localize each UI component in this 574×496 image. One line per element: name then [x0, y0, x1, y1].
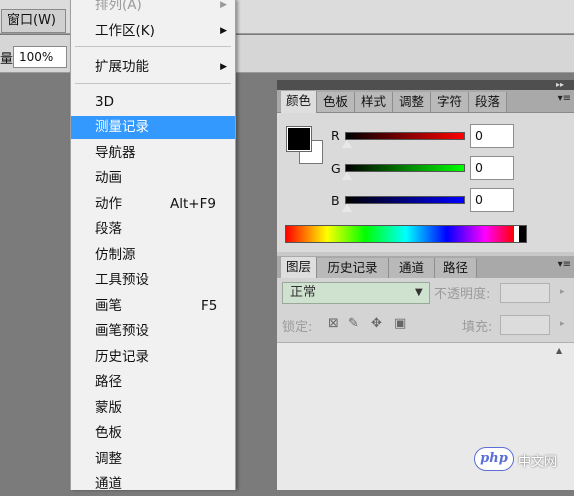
menu-item-clone-source[interactable]: 仿制源	[71, 244, 235, 267]
lock-transparent-pixels-icon[interactable]: ⊠	[328, 316, 339, 331]
green-slider-thumb[interactable]	[342, 172, 352, 180]
color-spectrum-bar[interactable]	[285, 225, 527, 243]
window-menu-dropdown: 排列(A) ▶ 工作区(K) ▶ 扩展功能 ▶ 3D 测量记录 导航器 动画 动…	[70, 0, 236, 492]
menu-separator	[75, 83, 231, 84]
layers-panel-menu-icon[interactable]: ▾≡	[558, 259, 571, 270]
tab-styles[interactable]: 样式	[355, 92, 393, 112]
red-value-input[interactable]: 0	[470, 124, 514, 148]
fill-field[interactable]	[500, 315, 550, 335]
blue-channel-label: B	[331, 193, 340, 208]
scroll-up-icon[interactable]: ▲	[556, 346, 562, 355]
menu-item-channels[interactable]: 通道	[71, 473, 235, 496]
fill-arrow-icon[interactable]: ▸	[560, 319, 565, 329]
menu-item-label: 工具预设	[95, 272, 149, 288]
menu-item-masks[interactable]: 蒙版	[71, 397, 235, 420]
foreground-color-swatch[interactable]	[286, 126, 312, 152]
menu-item-shortcut: Alt+F9	[170, 196, 216, 212]
menu-item-brush-presets[interactable]: 画笔预设	[71, 320, 235, 343]
panel-menu-icon[interactable]: ▾≡	[558, 93, 571, 104]
menu-item-actions[interactable]: 动作 Alt+F9	[71, 193, 235, 216]
menu-item-paragraph[interactable]: 段落	[71, 218, 235, 241]
layer-opacity-field[interactable]	[500, 283, 550, 303]
tab-paths[interactable]: 路径	[435, 258, 477, 278]
menu-item-label: 3D	[95, 94, 114, 110]
menu-item-brush[interactable]: 画笔 F5	[71, 295, 235, 318]
menu-item-adjustments[interactable]: 调整	[71, 448, 235, 471]
menu-item-label: 仿制源	[95, 247, 136, 263]
menu-item-extensions[interactable]: 扩展功能 ▶	[71, 56, 235, 79]
layers-panel-tabs: 图层 历史记录 通道 路径 ▾≡	[277, 256, 574, 279]
submenu-arrow-icon: ▶	[220, 0, 227, 10]
menu-item-label: 动作	[95, 196, 122, 212]
tab-adjustments[interactable]: 调整	[393, 92, 431, 112]
tab-channels[interactable]: 通道	[389, 258, 435, 278]
options-opacity-input[interactable]: 100%	[13, 46, 67, 68]
menu-item-label: 测量记录	[95, 119, 149, 135]
window-menu-button[interactable]: 窗口(W)	[1, 9, 66, 33]
menu-item-label: 导航器	[95, 145, 136, 161]
tab-character[interactable]: 字符	[431, 92, 469, 112]
menu-item-navigator[interactable]: 导航器	[71, 142, 235, 165]
tab-swatches[interactable]: 色板	[317, 92, 355, 112]
red-slider[interactable]	[345, 132, 465, 140]
menu-item-shortcut: F5	[201, 298, 218, 314]
color-panel-tabs: 颜色 色板 样式 调整 字符 段落 ▾≡	[277, 90, 574, 113]
chevron-down-icon[interactable]: ▼	[415, 282, 423, 304]
lock-position-icon[interactable]: ✥	[371, 316, 382, 331]
lock-image-pixels-icon[interactable]: ✎	[348, 316, 359, 331]
menu-item-label: 蒙版	[95, 400, 122, 416]
menu-item-label: 段落	[95, 221, 122, 237]
fill-label: 填充:	[462, 320, 493, 335]
menu-separator	[75, 46, 231, 47]
lock-all-icon[interactable]: ▣	[394, 316, 406, 331]
blue-value-input[interactable]: 0	[470, 188, 514, 212]
menu-item-label: 调整	[95, 451, 122, 467]
collapse-icon[interactable]: ▸▸	[556, 80, 564, 90]
menu-item-arrange[interactable]: 排列(A) ▶	[71, 0, 235, 17]
menu-item-label: 路径	[95, 374, 122, 390]
menu-item-label: 画笔	[95, 298, 122, 314]
menu-item-history[interactable]: 历史记录	[71, 346, 235, 369]
tab-layers[interactable]: 图层	[281, 257, 317, 279]
submenu-arrow-icon: ▶	[220, 26, 227, 36]
menu-item-measurement-log[interactable]: 测量记录	[71, 116, 235, 139]
lock-label: 锁定:	[282, 320, 313, 335]
menu-item-label: 色板	[95, 425, 122, 441]
menu-item-label: 排列(A)	[95, 0, 142, 13]
opacity-arrow-icon[interactable]: ▸	[560, 287, 565, 297]
watermark-text: 中文网	[518, 455, 558, 470]
green-slider[interactable]	[345, 164, 465, 172]
red-channel-label: R	[331, 128, 340, 143]
blue-slider[interactable]	[345, 196, 465, 204]
menu-item-label: 动画	[95, 170, 122, 186]
tab-history[interactable]: 历史记录	[317, 258, 389, 278]
green-channel-label: G	[331, 161, 341, 176]
menu-item-swatches[interactable]: 色板	[71, 422, 235, 445]
menu-item-tool-presets[interactable]: 工具预设	[71, 269, 235, 292]
red-slider-thumb[interactable]	[342, 140, 352, 148]
menu-item-label: 扩展功能	[95, 59, 149, 75]
submenu-arrow-icon: ▶	[220, 62, 227, 72]
menu-item-label: 历史记录	[95, 349, 149, 365]
php-logo: php	[474, 447, 514, 471]
menu-item-animation[interactable]: 动画	[71, 167, 235, 190]
blend-mode-select[interactable]: 正常	[282, 282, 430, 304]
green-value-input[interactable]: 0	[470, 156, 514, 180]
menu-item-label: 画笔预设	[95, 323, 149, 339]
menu-item-label: 工作区(K)	[95, 23, 155, 39]
blue-slider-thumb[interactable]	[342, 204, 352, 212]
dock-header	[277, 80, 574, 90]
menu-item-paths[interactable]: 路径	[71, 371, 235, 394]
menu-item-workspace[interactable]: 工作区(K) ▶	[71, 20, 235, 43]
menu-item-3d[interactable]: 3D	[71, 91, 235, 114]
tab-color[interactable]: 颜色	[281, 91, 317, 113]
tab-paragraph[interactable]: 段落	[469, 92, 507, 112]
layer-opacity-label: 不透明度:	[434, 287, 491, 302]
